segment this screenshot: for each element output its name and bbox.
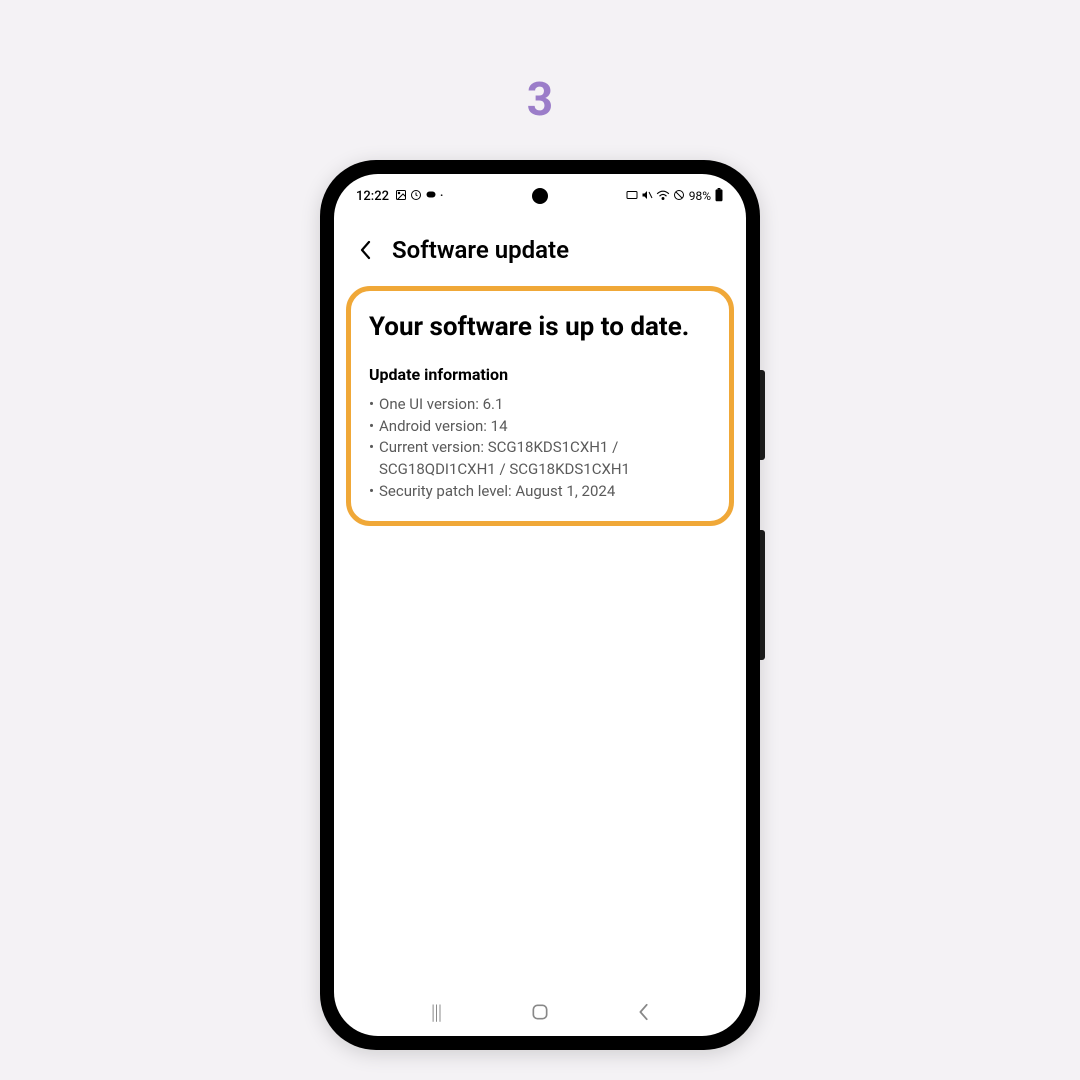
battery-percent: 98% [689, 189, 711, 203]
more-icon: · [440, 189, 443, 204]
status-bar-right: 98% [626, 188, 724, 205]
page-title: Software update [392, 236, 569, 264]
phone-screen: 12:22 · [334, 174, 746, 1036]
nav-home-button[interactable] [515, 997, 565, 1027]
app-header: Software update [334, 210, 746, 278]
image-icon [395, 189, 407, 204]
update-info-heading: Update information [369, 365, 711, 384]
update-info-card: Your software is up to date. Update info… [346, 286, 734, 526]
status-bar-left: 12:22 · [356, 189, 443, 204]
back-button[interactable] [354, 238, 378, 262]
clock-icon [410, 189, 422, 204]
mute-icon [641, 189, 653, 204]
phone-volume-button [760, 370, 765, 460]
step-number: 3 [527, 73, 553, 127]
chevron-left-icon [359, 240, 373, 260]
message-icon [425, 189, 437, 204]
phone-power-button [760, 530, 765, 660]
home-icon [530, 1002, 550, 1022]
list-item: Current version: SCG18KDS1CXH1 / SCG18QD… [369, 437, 711, 481]
list-item: Security patch level: August 1, 2024 [369, 481, 711, 503]
status-notification-icons: · [395, 189, 443, 204]
battery-icon [714, 188, 724, 205]
no-signal-icon [673, 189, 685, 204]
camera-notch [532, 188, 548, 204]
wifi-icon [656, 189, 670, 204]
list-item: Android version: 14 [369, 416, 711, 438]
nav-back-button[interactable] [619, 997, 669, 1027]
navigation-bar: ||| [334, 988, 746, 1036]
update-status-message: Your software is up to date. [369, 311, 711, 345]
phone-frame: 12:22 · [320, 160, 760, 1050]
card-icon [626, 190, 638, 203]
chevron-left-icon [637, 1003, 651, 1021]
update-info-list: One UI version: 6.1 Android version: 14 … [369, 394, 711, 503]
nav-recents-button[interactable]: ||| [411, 997, 461, 1027]
status-time: 12:22 [356, 189, 389, 204]
recents-icon: ||| [431, 1000, 441, 1024]
list-item: One UI version: 6.1 [369, 394, 711, 416]
